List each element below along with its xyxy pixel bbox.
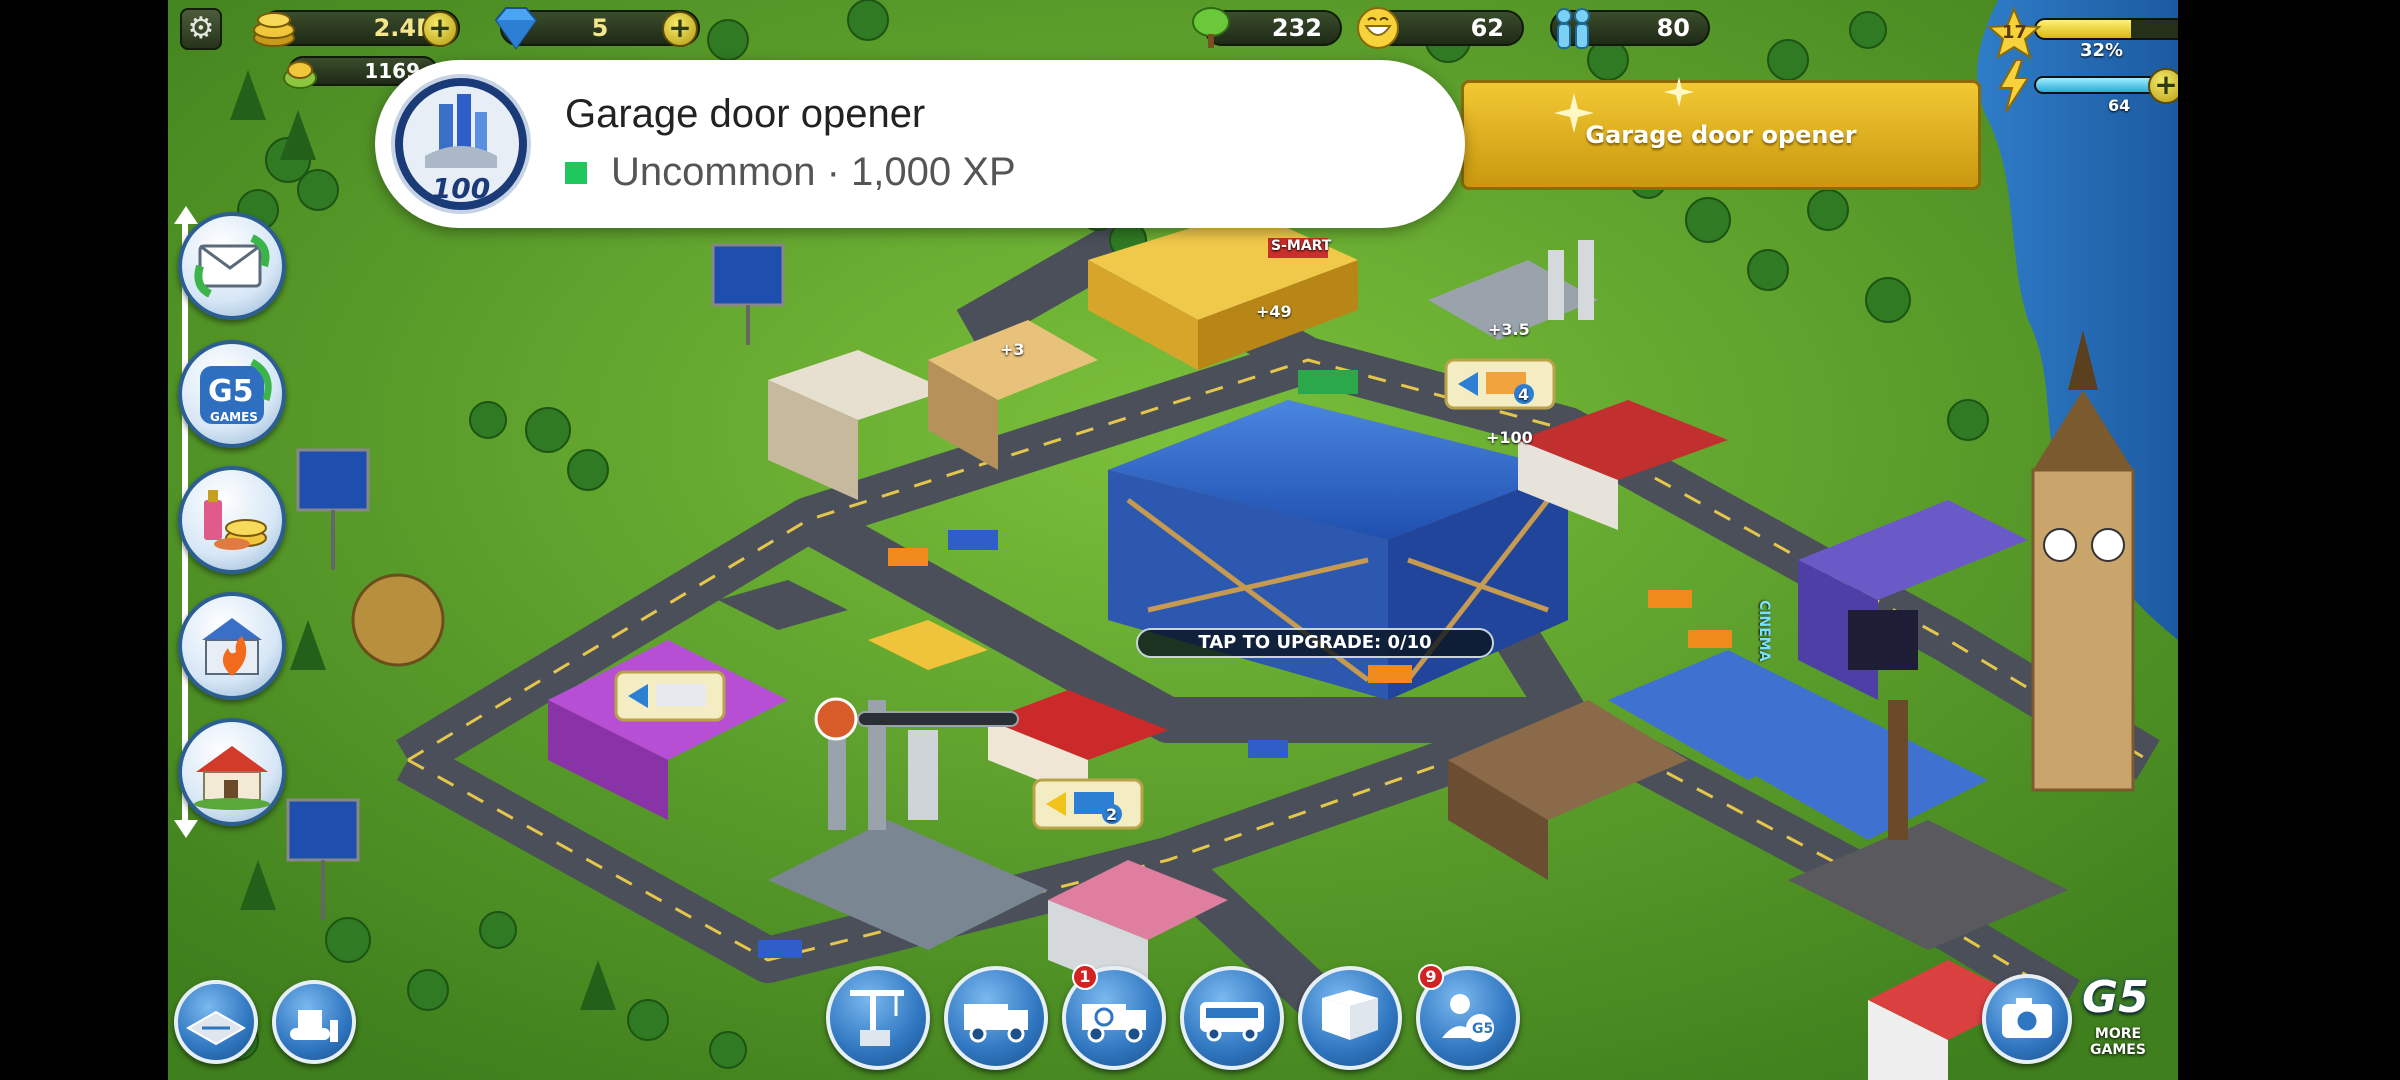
add-coins-button[interactable]: +	[422, 11, 458, 47]
delivery-bubble-3[interactable]	[1032, 778, 1144, 830]
people-icon	[1556, 8, 1590, 49]
quest-banner[interactable]: Garage door opener	[1461, 77, 1981, 190]
energy-value: 64	[2108, 96, 2131, 115]
more-games-logo: G5	[2082, 972, 2149, 1023]
g5-games-button[interactable]: G5 GAMES	[178, 340, 286, 448]
quest-banner-text: Garage door opener	[1585, 121, 1857, 149]
golden-statue[interactable]	[351, 573, 445, 667]
bus-icon	[1200, 1002, 1264, 1042]
inventory-button[interactable]	[1298, 966, 1402, 1070]
delivery-count-1: 4	[1518, 385, 1530, 404]
gem-icon	[494, 7, 538, 50]
construction-button[interactable]	[826, 966, 930, 1070]
recycling-badge: 1	[1072, 964, 1098, 990]
transport-button[interactable]	[944, 966, 1048, 1070]
smiley-icon	[1357, 7, 1399, 49]
mart-sign: S-MART	[1271, 238, 1332, 254]
housing-button[interactable]	[178, 718, 286, 826]
add-gems-button[interactable]: +	[662, 11, 698, 47]
achievement-notification[interactable]: 100 Garage door opener Uncommon · 1,000 …	[375, 60, 1465, 228]
truck-icon	[964, 1004, 1028, 1043]
delivery-bubble-1[interactable]	[1444, 358, 1556, 410]
mail-button[interactable]	[178, 212, 286, 320]
rarity-indicator	[565, 162, 587, 184]
population-value: 80	[1656, 14, 1690, 42]
game-viewport[interactable]: +49 +3.5 +100 +3 4 2 S-MART CINEMA TAP T…	[168, 0, 2178, 1080]
road-icon	[185, 1010, 247, 1046]
delivery-bubble-2[interactable]	[614, 670, 726, 722]
money-bag-icon	[283, 61, 317, 89]
tree-icon	[1192, 7, 1230, 48]
social-badge: 9	[1418, 964, 1444, 990]
xp-bar-fill	[2036, 20, 2131, 38]
more-games-button[interactable]: G5 MORE GAMES	[2072, 968, 2162, 1068]
notification-title: Garage door opener	[565, 92, 926, 136]
cinema-sign: CINEMA	[1756, 600, 1772, 662]
lightning-icon	[1998, 59, 2030, 113]
xp-bar	[2034, 18, 2178, 40]
gems-value: 5	[591, 14, 609, 42]
side-menu	[168, 200, 188, 840]
mail-icon	[194, 234, 270, 298]
box-icon	[1322, 990, 1378, 1040]
coins-icon	[253, 12, 295, 47]
bulldozer-button[interactable]	[272, 980, 356, 1064]
g5-sub-label: GAMES	[210, 410, 258, 424]
fire-station-button[interactable]	[178, 592, 286, 700]
shop-button[interactable]	[178, 466, 286, 574]
crane-icon	[850, 990, 904, 1046]
floating-value-4: +3	[1000, 340, 1025, 359]
camera-icon	[2002, 998, 2052, 1038]
add-energy-button[interactable]: +	[2148, 68, 2178, 104]
floating-value-1: +49	[1256, 302, 1292, 321]
bulldozer-icon	[290, 1010, 338, 1042]
repair-icon[interactable]	[814, 697, 858, 741]
tap-to-upgrade-label[interactable]: TAP TO UPGRADE: 0/10	[1136, 628, 1494, 658]
floating-value-2: +3.5	[1488, 320, 1530, 339]
happiness-value: 62	[1470, 14, 1504, 42]
trees-value: 232	[1271, 14, 1322, 42]
delivery-count-2: 2	[1106, 805, 1118, 824]
gear-icon: ⚙	[187, 11, 215, 46]
build-progress-bar	[857, 711, 1019, 727]
public-transport-button[interactable]	[1180, 966, 1284, 1070]
more-games-text: MORE GAMES	[2090, 1026, 2146, 1058]
clock-tower[interactable]	[2031, 468, 2135, 792]
achievement-badge-number: 100	[431, 172, 491, 205]
roads-button[interactable]	[174, 980, 258, 1064]
level-value: 17	[2002, 22, 2028, 43]
fire-station-icon	[202, 618, 262, 676]
house-icon	[194, 746, 270, 810]
xp-percent: 32%	[2080, 40, 2124, 61]
sparkle-icon	[1664, 77, 1694, 107]
settings-button[interactable]: ⚙	[180, 8, 222, 50]
floating-value-3: +100	[1486, 428, 1533, 447]
g5-label: G5	[208, 374, 254, 409]
shopping-icon	[204, 490, 267, 550]
svg-text:G5: G5	[1472, 1021, 1493, 1037]
notification-subtitle: Uncommon · 1,000 XP	[611, 150, 1016, 194]
camera-button[interactable]	[1982, 974, 2072, 1064]
